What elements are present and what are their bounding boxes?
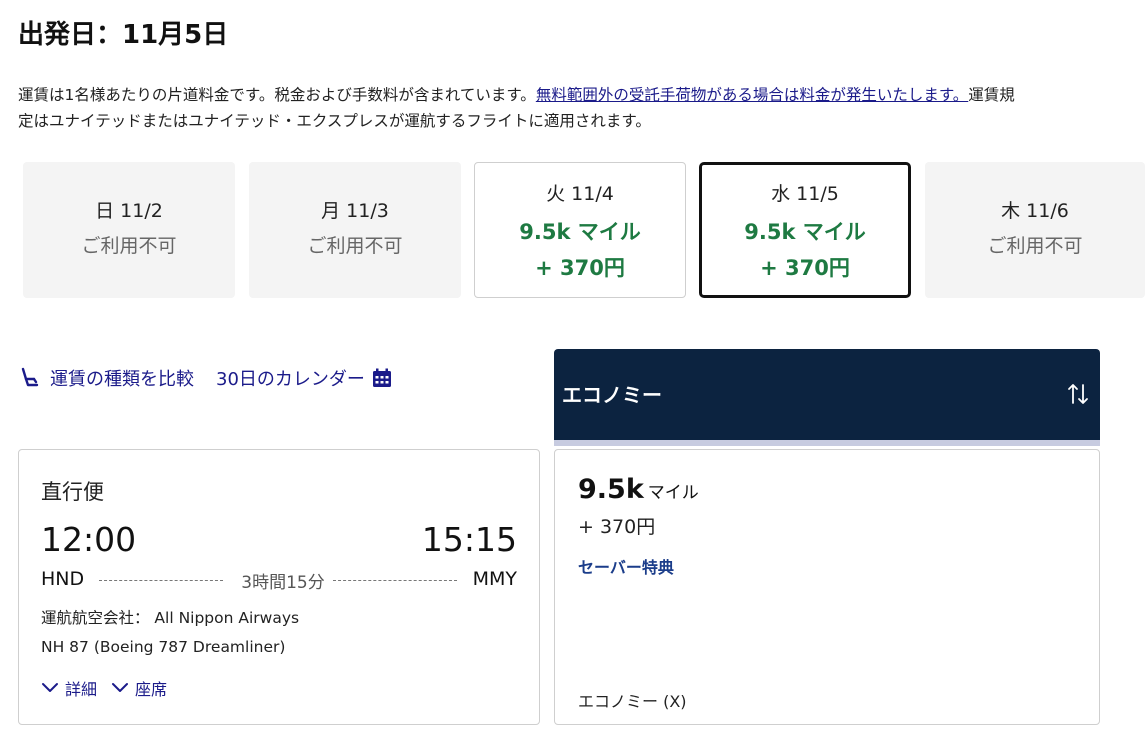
- date-label: 日 11/2: [95, 200, 163, 222]
- cabin-column-header[interactable]: エコノミー: [554, 349, 1100, 446]
- route-line-left: [99, 580, 223, 581]
- flight-type: 直行便: [41, 480, 104, 504]
- fare-miles-value: 9.5k: [578, 474, 644, 505]
- date-label: 木 11/6: [1001, 200, 1069, 222]
- unavailable-label: ご利用不可: [987, 235, 1083, 257]
- fare-tools: 運賃の種類を比較 30日のカレンダー: [18, 365, 393, 391]
- fare-miles: 9.5k マイル: [578, 474, 699, 505]
- fare-option-card[interactable]: 9.5k マイル + 370円 セーバー特典 エコノミー (X): [554, 449, 1100, 725]
- unavailable-label: ご利用不可: [81, 235, 177, 257]
- date-card-11-6: 木 11/6 ご利用不可: [925, 162, 1145, 298]
- unavailable-label: ご利用不可: [307, 235, 403, 257]
- date-miles: 9.5k マイル: [519, 220, 641, 244]
- fare-cabin-class: エコノミー (X): [578, 692, 687, 711]
- notice-text-1: 運賃は1名様あたりの片道料金です。税金および手数料が含まれています。: [18, 86, 536, 104]
- flight-number: NH 87 (Boeing 787 Dreamliner): [41, 638, 286, 656]
- arrival-time: 15:15: [421, 520, 517, 559]
- chevron-down-icon: [42, 683, 58, 692]
- date-miles: 9.5k マイル: [744, 220, 866, 244]
- fare-miles-unit: マイル: [647, 483, 699, 503]
- date-yen: + 370円: [535, 256, 625, 280]
- date-card-11-5-selected[interactable]: 水 11/5 9.5k マイル + 370円: [699, 162, 911, 298]
- details-link[interactable]: 詳細: [65, 676, 97, 700]
- fare-notice: 運賃は1名様あたりの片道料金です。税金および手数料が含まれています。無料範囲外の…: [18, 82, 1028, 134]
- sort-icon[interactable]: [1066, 381, 1090, 407]
- date-label: 水 11/5: [771, 183, 839, 205]
- flight-links: 詳細 座席: [41, 676, 167, 700]
- date-card-11-3: 月 11/3 ご利用不可: [249, 162, 461, 298]
- date-label: 火 11/4: [546, 183, 614, 205]
- date-label: 月 11/3: [321, 200, 389, 222]
- fare-brand: セーバー特典: [578, 558, 674, 577]
- flight-duration: 3時間15分: [241, 573, 325, 593]
- destination-airport: MMY: [472, 568, 517, 590]
- flight-card: 直行便 12:00 15:15 HND 3時間15分 MMY 運航航空会社： A…: [18, 449, 540, 725]
- compare-fare-types-link[interactable]: 運賃の種類を比較: [50, 365, 194, 391]
- departure-time: 12:00: [41, 520, 137, 559]
- date-card-11-4[interactable]: 火 11/4 9.5k マイル + 370円: [474, 162, 686, 298]
- cabin-label: エコノミー: [562, 383, 662, 407]
- seats-link[interactable]: 座席: [135, 676, 167, 700]
- route-line-right: [333, 580, 457, 581]
- operating-carrier: 運航航空会社： All Nippon Airways: [41, 609, 300, 627]
- calendar-30-day-link[interactable]: 30日のカレンダー: [216, 365, 365, 391]
- origin-airport: HND: [41, 568, 85, 590]
- date-yen: + 370円: [760, 256, 850, 280]
- seat-icon: [21, 367, 39, 387]
- baggage-fee-link[interactable]: 無料範囲外の受託手荷物がある場合は料金が発生いたします。: [536, 86, 968, 104]
- calendar-icon: [372, 368, 391, 387]
- date-card-11-2: 日 11/2 ご利用不可: [23, 162, 235, 298]
- page-title: 出発日：11月5日: [18, 20, 229, 50]
- chevron-down-icon: [112, 683, 129, 692]
- fare-yen: + 370円: [578, 516, 656, 538]
